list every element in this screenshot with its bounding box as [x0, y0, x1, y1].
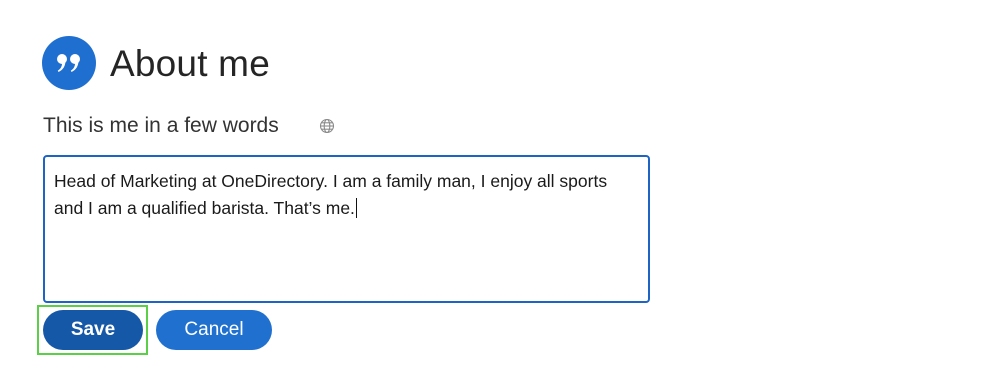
section-header: About me [42, 36, 270, 90]
field-label-row: This is me in a few words [43, 114, 335, 138]
globe-icon[interactable] [319, 118, 335, 134]
cancel-button[interactable]: Cancel [156, 310, 272, 350]
save-button[interactable]: Save [43, 310, 143, 350]
text-caret [355, 198, 357, 218]
about-me-textarea[interactable]: Head of Marketing at OneDirectory. I am … [43, 155, 650, 303]
about-me-editor: About me This is me in a few words Head … [0, 0, 1000, 388]
about-field-label: This is me in a few words [43, 114, 279, 137]
quote-icon [42, 36, 96, 90]
page-title: About me [110, 42, 270, 84]
about-me-text: Head of Marketing at OneDirectory. I am … [54, 171, 608, 218]
